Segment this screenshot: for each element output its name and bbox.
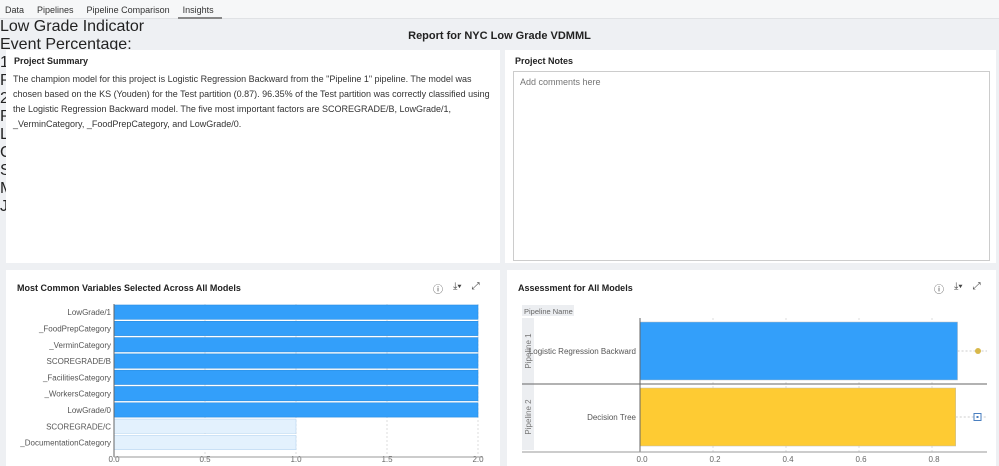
group-header-label: Pipeline Name bbox=[524, 307, 573, 316]
info-icon[interactable]: ⓘ bbox=[433, 281, 443, 296]
variables-chart: 0.0 0.5 1.0 1.5 2.0LowGrade/1_FoodPrepCatego… bbox=[19, 304, 484, 464]
tab-data[interactable]: Data bbox=[0, 0, 32, 19]
bar bbox=[113, 369, 479, 385]
bar bbox=[113, 353, 479, 369]
assessment-chart-title: Assessment for All Models bbox=[518, 283, 633, 293]
bar bbox=[113, 320, 479, 336]
project-notes-input[interactable] bbox=[513, 71, 990, 261]
tab-pipeline-comparison[interactable]: Pipeline Comparison bbox=[82, 0, 178, 19]
x-tick-label: 0.0 bbox=[636, 455, 648, 464]
variables-chart-title: Most Common Variables Selected Across Al… bbox=[17, 283, 241, 293]
y-tick-label: _VerminCategory bbox=[48, 341, 111, 350]
model-icon-dot bbox=[976, 416, 979, 418]
group-label: Pipeline 2 bbox=[524, 399, 533, 435]
expand-icon[interactable]: ⤢ bbox=[973, 281, 981, 296]
project-notes-heading: Project Notes bbox=[515, 56, 574, 66]
expand-icon[interactable]: ⤢ bbox=[472, 281, 480, 296]
tab-bar: Data Pipelines Pipeline Comparison Insig… bbox=[0, 0, 999, 19]
tab-insights[interactable]: Insights bbox=[177, 0, 222, 19]
champion-icon bbox=[975, 348, 981, 354]
y-tick-label: _WorkersCategory bbox=[43, 390, 111, 399]
y-tick-label: SCOREGRADE/B bbox=[47, 357, 111, 366]
assessment-chart: Pipeline Name0.0 0.2 0.4 0.6 0.8Pipeline 1Lo… bbox=[522, 305, 987, 464]
x-tick-label: 2.0 bbox=[472, 455, 484, 464]
report-title: Report for NYC Low Grade VDMML bbox=[408, 30, 591, 42]
y-tick-label: _DocumentationCategory bbox=[19, 439, 111, 448]
x-tick-label: 0.2 bbox=[709, 455, 721, 464]
y-tick-label: _FoodPrepCategory bbox=[38, 324, 111, 333]
x-tick-label: 1.5 bbox=[381, 455, 393, 464]
x-tick-label: 0.5 bbox=[199, 455, 211, 464]
x-tick-label: 0.4 bbox=[782, 455, 794, 464]
x-tick-label: 1.0 bbox=[290, 455, 302, 464]
y-tick-label: LowGrade/1 bbox=[67, 308, 111, 317]
y-tick-label: LowGrade/0 bbox=[67, 406, 111, 415]
bar bbox=[639, 387, 956, 447]
tab-pipelines[interactable]: Pipelines bbox=[32, 0, 82, 19]
bar bbox=[113, 418, 297, 434]
bar bbox=[113, 304, 479, 320]
bar bbox=[113, 386, 479, 402]
y-tick-label: _FacilitiesCategory bbox=[42, 373, 111, 382]
x-tick-label: 0.8 bbox=[928, 455, 940, 464]
bar bbox=[113, 435, 297, 450]
bar bbox=[113, 337, 479, 353]
download-icon[interactable]: ⤓▾ bbox=[954, 281, 963, 296]
x-tick-label: 0.6 bbox=[855, 455, 867, 464]
y-tick-label: SCOREGRADE/C bbox=[46, 422, 111, 431]
info-icon[interactable]: ⓘ bbox=[934, 281, 944, 296]
y-tick-label: Decision Tree bbox=[587, 413, 636, 422]
project-summary-heading: Project Summary bbox=[14, 56, 89, 66]
y-tick-label: Logistic Regression Backward bbox=[529, 347, 636, 356]
bar bbox=[639, 321, 958, 381]
download-icon[interactable]: ⤓▾ bbox=[453, 281, 462, 296]
project-summary-text: The champion model for this project is L… bbox=[13, 74, 490, 129]
bar bbox=[113, 402, 479, 418]
